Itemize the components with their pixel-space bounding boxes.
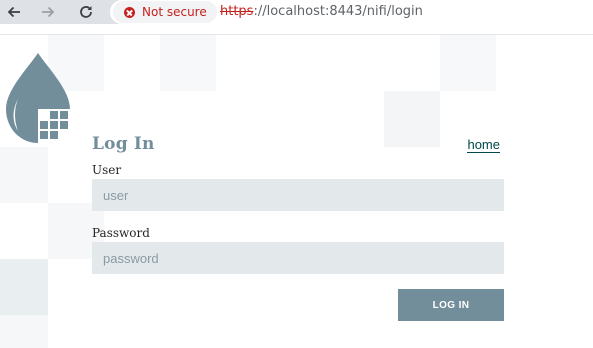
user-label: User <box>92 163 122 177</box>
username-input[interactable] <box>92 179 504 211</box>
reload-icon <box>80 6 92 18</box>
url-path: ://localhost:8443/nifi/login <box>253 4 423 19</box>
reload-button[interactable] <box>75 2 97 22</box>
background-tile <box>440 35 496 91</box>
forward-button[interactable] <box>37 2 59 22</box>
address-bar[interactable]: Not secure https://localhost:8443/nifi/l… <box>110 0 593 24</box>
url-scheme: https <box>220 4 254 19</box>
security-label: Not secure <box>142 5 207 19</box>
background-tile <box>0 147 48 203</box>
browser-divider <box>0 34 593 35</box>
background-tile <box>0 259 48 315</box>
forward-arrow-icon <box>42 6 55 18</box>
security-indicator[interactable]: Not secure <box>113 1 217 23</box>
background-tile <box>160 35 216 91</box>
warning-icon <box>124 6 135 18</box>
browser-toolbar: Not secure https://localhost:8443/nifi/l… <box>0 0 593 24</box>
back-arrow-icon <box>7 6 20 18</box>
password-input[interactable] <box>92 242 504 274</box>
login-title: Log In <box>92 134 155 154</box>
nifi-drop-logo <box>6 53 74 145</box>
back-button[interactable] <box>3 2 25 22</box>
login-button[interactable]: LOG IN <box>398 289 504 321</box>
home-link[interactable]: home <box>467 138 500 153</box>
background-tile <box>384 91 440 147</box>
background-tile <box>0 315 48 348</box>
url-text[interactable]: https://localhost:8443/nifi/login <box>220 4 423 19</box>
password-label: Password <box>92 226 150 240</box>
